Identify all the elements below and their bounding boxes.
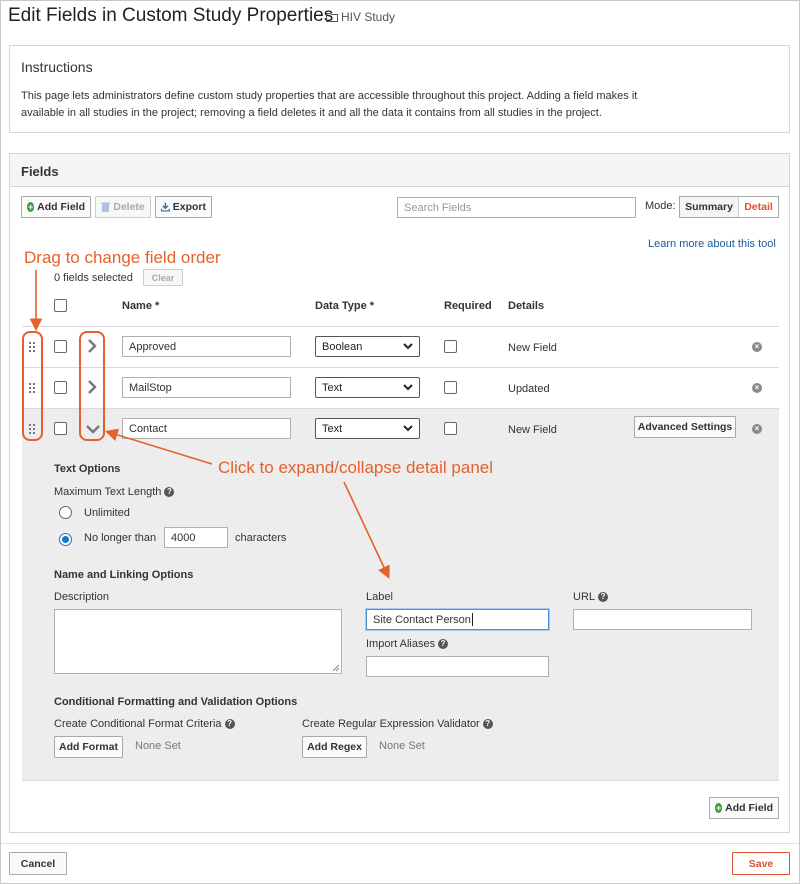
chevrons-highlight [79,331,105,441]
annotation-overlay [22,270,390,579]
label-arrow [343,481,390,579]
expand-arrow [104,428,213,465]
drag-handles-highlight [22,331,43,441]
